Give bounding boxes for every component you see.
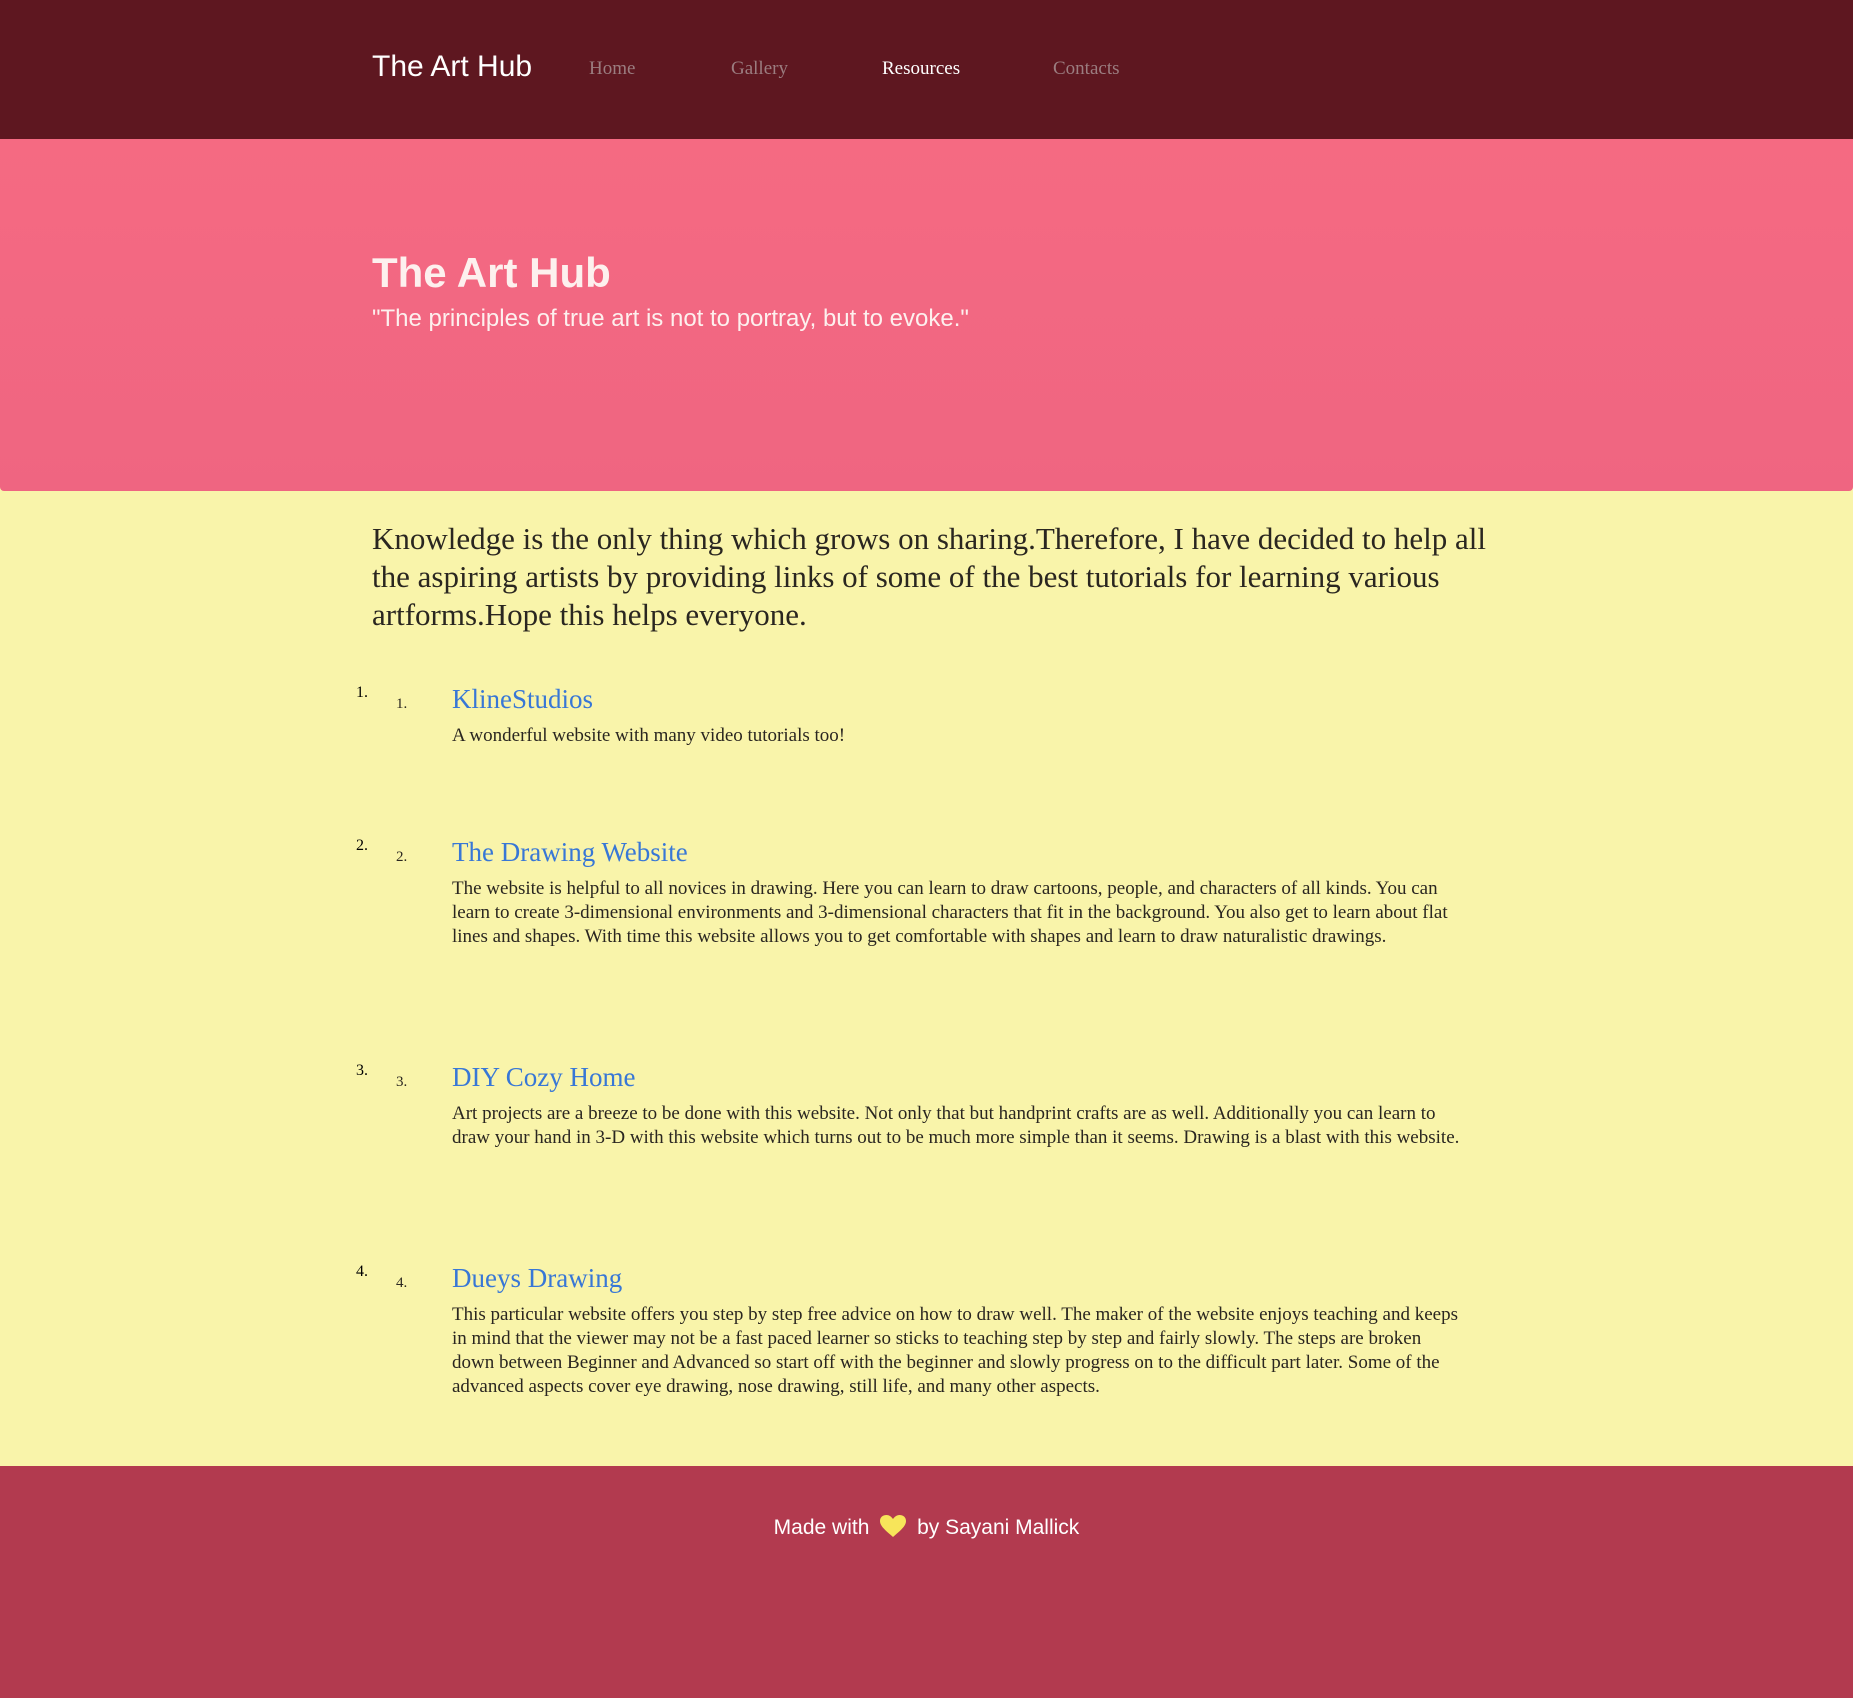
resource-link[interactable]: KlineStudios [452, 684, 593, 715]
resource-description: A wonderful website with many video tuto… [452, 725, 846, 746]
resource-item: 2. The Drawing Website The website is he… [372, 837, 1482, 947]
nav-link-resources[interactable]: Resources [882, 58, 960, 80]
resource-item: 3. DIY Cozy Home Art projects are a bree… [372, 1062, 1482, 1148]
resource-number: 1. [396, 696, 408, 712]
resource-description: The website is helpful to all novices in… [452, 878, 1448, 947]
heart-icon [879, 1514, 907, 1544]
hero-quote: "The principles of true art is not to po… [372, 305, 969, 332]
resource-number: 4. [396, 1275, 408, 1291]
intro-paragraph: Knowledge is the only thing which grows … [372, 521, 1486, 632]
resource-link[interactable]: The Drawing Website [452, 837, 688, 868]
footer: Made with by Sayani Mallick [0, 1466, 1853, 1698]
hero-title: The Art Hub [372, 249, 611, 296]
resource-link[interactable]: DIY Cozy Home [452, 1062, 635, 1093]
brand-title[interactable]: The Art Hub [372, 50, 532, 84]
nav-link-home[interactable]: Home [589, 58, 635, 80]
resource-link[interactable]: Dueys Drawing [452, 1263, 622, 1294]
nav-link-gallery[interactable]: Gallery [731, 58, 788, 80]
resource-description: This particular website offers you step … [452, 1304, 1458, 1397]
resource-description: Art projects are a breeze to be done wit… [452, 1103, 1460, 1148]
nav-link-contacts[interactable]: Contacts [1053, 58, 1120, 80]
resource-item: 1. KlineStudios A wonderful website with… [372, 684, 1482, 746]
resource-number: 3. [396, 1074, 408, 1090]
navbar: The Art Hub Home Gallery Resources Conta… [0, 0, 1853, 139]
resource-item: 4. Dueys Drawing This particular website… [372, 1263, 1482, 1397]
footer-suffix: by Sayani Mallick [917, 1516, 1080, 1539]
resource-number: 2. [396, 849, 408, 865]
footer-credit: Made with by Sayani Mallick [0, 1514, 1853, 1544]
footer-prefix: Made with [773, 1516, 870, 1539]
hero-banner: The Art Hub "The principles of true art … [0, 139, 1853, 491]
